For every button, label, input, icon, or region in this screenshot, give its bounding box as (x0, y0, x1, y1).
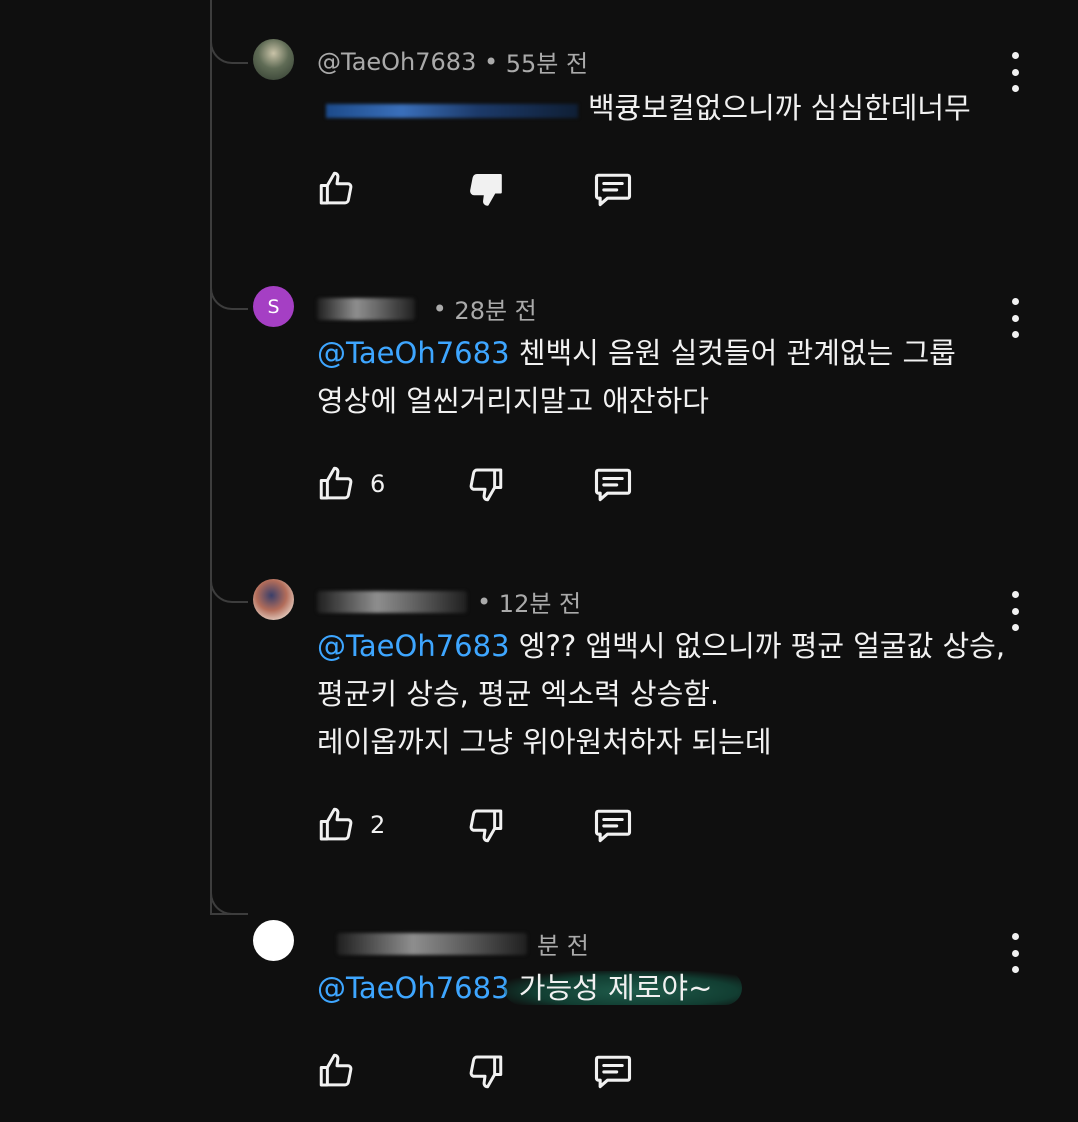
comment-meta: @TaeOh7683 • 55분 전 (317, 44, 588, 79)
dislike-button[interactable] (464, 803, 506, 847)
dislike-button[interactable] (464, 462, 506, 506)
more-options-button[interactable] (1003, 52, 1027, 92)
avatar[interactable] (253, 920, 294, 961)
blurred-author (337, 932, 527, 955)
mention-link[interactable]: @TaeOh7683 (317, 629, 510, 663)
more-vert-icon (1011, 933, 1019, 940)
comment-text-line: 평균키 상승, 평균 엑소력 상승함. (317, 677, 720, 711)
reply-button[interactable] (591, 803, 635, 847)
blurred-author (317, 590, 467, 613)
reply-button[interactable] (591, 462, 635, 506)
blurred-author (317, 297, 415, 320)
comment-time: 55분 전 (505, 50, 589, 78)
reply-button[interactable] (591, 167, 635, 211)
thread-line (210, 0, 212, 913)
more-options-button[interactable] (1003, 933, 1027, 973)
more-options-button[interactable] (1003, 591, 1027, 631)
more-vert-icon (1011, 52, 1019, 59)
comment-text: @TaeOh7683 엥?? 앱백시 없으니까 평균 얼굴값 상승, (317, 629, 1006, 663)
like-count: 2 (370, 811, 386, 839)
dislike-button[interactable] (464, 167, 506, 211)
mention-link[interactable]: @TaeOh7683 (317, 971, 510, 1005)
more-vert-icon (1011, 298, 1019, 305)
comment-author[interactable]: @TaeOh7683 (317, 48, 476, 76)
thread-connector (210, 280, 248, 310)
avatar[interactable] (253, 579, 294, 620)
avatar[interactable] (253, 39, 294, 80)
thread-connector (210, 573, 248, 603)
like-button[interactable] (316, 167, 358, 211)
like-button[interactable]: 2 (316, 803, 385, 847)
like-button[interactable] (316, 1049, 358, 1093)
more-vert-icon (1011, 591, 1019, 598)
comment-text: @TaeOh7683 가능성 제로야~ (317, 964, 743, 1012)
thumbs-down-icon (469, 1055, 503, 1089)
highlighted-text: 가능성 제로야~ (503, 971, 743, 1005)
comment-time: 12분 전 (498, 590, 582, 618)
thread-connector (210, 34, 248, 64)
thumbs-up-icon (319, 807, 353, 841)
reply-icon (594, 1055, 632, 1089)
reply-icon (594, 809, 632, 843)
thumbs-up-icon (319, 1053, 353, 1087)
comment-text: @TaeOh7683 첸백시 음원 실컷들어 관계없는 그룹 (317, 336, 956, 370)
avatar[interactable]: S (253, 286, 294, 327)
thread-connector-curve (210, 885, 248, 915)
blurred-mention (326, 104, 578, 118)
comment-meta: • 12분 전 (317, 584, 581, 619)
reply-icon (594, 173, 632, 207)
thumbs-up-icon (319, 171, 353, 205)
comment-text-line: 영상에 얼씬거리지말고 애잔하다 (317, 384, 709, 418)
comment-text-line: 레이옵까지 그냥 위아원처하자 되는데 (317, 725, 772, 759)
comment-text: 백큥보컬없으니까 심심한데너무 (588, 91, 971, 125)
more-options-button[interactable] (1003, 298, 1027, 338)
thumbs-down-icon (470, 173, 502, 206)
reply-icon (594, 468, 632, 502)
thumbs-down-icon (469, 468, 503, 502)
thumbs-down-icon (469, 809, 503, 843)
like-button[interactable]: 6 (316, 462, 385, 506)
like-count: 6 (370, 470, 386, 498)
thumbs-up-icon (319, 466, 353, 500)
reply-button[interactable] (591, 1049, 635, 1093)
comment-time: 28분 전 (454, 297, 537, 325)
mention-link[interactable]: @TaeOh7683 (317, 336, 510, 370)
dislike-button[interactable] (464, 1049, 506, 1093)
comment-meta: • 28분 전 (317, 291, 537, 326)
comment-time: 분 전 (537, 932, 589, 960)
comment-meta: 분 전 (317, 926, 589, 961)
